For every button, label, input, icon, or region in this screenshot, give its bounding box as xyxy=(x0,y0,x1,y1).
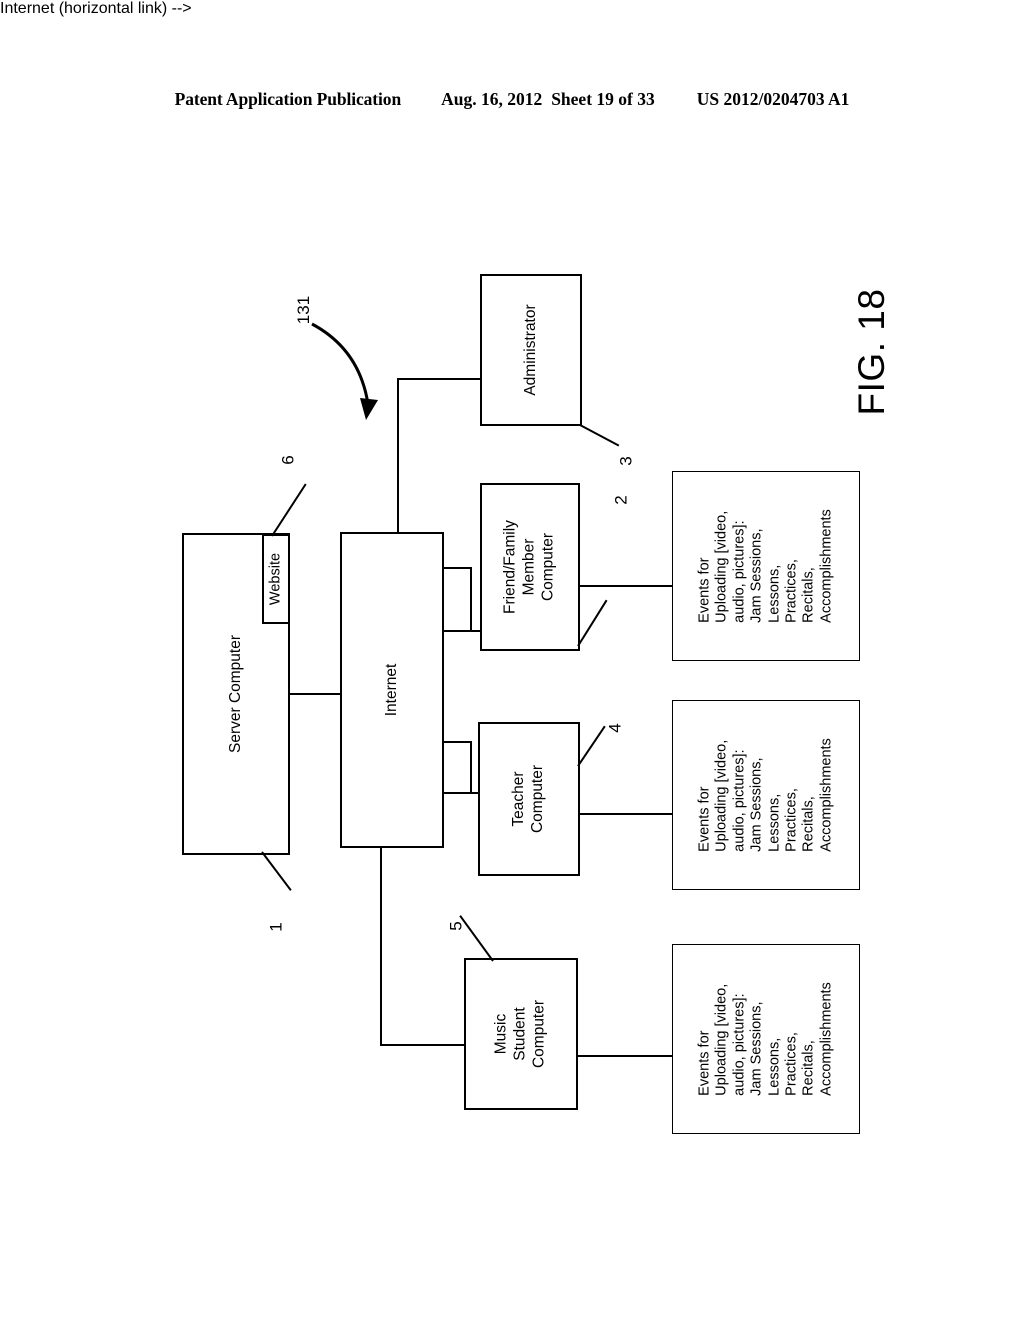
friend-family-line-3: Computer xyxy=(539,532,557,602)
events-line-7: Recitals, xyxy=(800,1040,817,1096)
administrator-box: Administrator xyxy=(480,274,582,426)
server-computer-label: Server Computer xyxy=(226,634,244,754)
reference-numeral-6: 6 xyxy=(278,455,298,465)
leader-line-administrator xyxy=(579,424,620,447)
connector-internet-to-friendfamily-b xyxy=(470,567,473,632)
teacher-computer-label: Teacher Computer xyxy=(510,765,548,833)
events-line-2: Uploading [video, xyxy=(713,983,730,1096)
teacher-line-1: Teacher xyxy=(510,771,528,827)
music-student-line-2: Student xyxy=(511,1007,529,1061)
events-line-4: Jam Sessions, xyxy=(748,1001,765,1096)
events-line-7: Recitals, xyxy=(800,567,817,623)
reference-numeral-1: 1 xyxy=(266,922,286,932)
leader-line-teacher xyxy=(577,725,606,767)
internet-label: Internet xyxy=(382,663,400,717)
friend-family-computer-box: Friend/Family Member Computer xyxy=(480,483,580,651)
events-line-8: Accomplishments xyxy=(818,738,835,852)
connector-teacher-to-events xyxy=(578,813,674,816)
events-line-1: Events for xyxy=(696,557,713,623)
events-line-7: Recitals, xyxy=(800,796,817,852)
friend-family-line-1: Friend/Family xyxy=(501,520,519,614)
events-line-1: Events for xyxy=(696,786,713,852)
connector-internet-to-student-vertical xyxy=(380,846,383,1046)
events-line-6: Practices, xyxy=(783,1032,800,1096)
events-line-4: Jam Sessions, xyxy=(748,757,765,852)
internet-box: Internet xyxy=(340,532,444,848)
header-sheet: Sheet 19 of 33 xyxy=(551,88,655,109)
events-line-2: Uploading [video, xyxy=(713,739,730,852)
events-line-5: Lessons, xyxy=(766,793,782,852)
website-box: Website xyxy=(262,534,290,624)
events-text-friend-family: Events for Uploading [video, audio, pict… xyxy=(696,509,835,623)
events-box-friend-family: Events for Uploading [video, audio, pict… xyxy=(672,471,860,661)
connector-internet-to-teacher-c xyxy=(442,792,482,795)
events-box-teacher: Events for Uploading [video, audio, pict… xyxy=(672,700,860,890)
connector-friendfamily-to-events xyxy=(578,585,674,588)
events-line-3: audio, pictures]: xyxy=(731,520,748,623)
page-header: Patent Application Publication Aug. 16, … xyxy=(0,86,1024,112)
callout-arrow-131-icon xyxy=(311,322,378,420)
connector-student-to-events xyxy=(576,1055,674,1058)
figure-caption: FIG. 18 xyxy=(851,288,892,416)
events-line-8: Accomplishments xyxy=(818,509,835,623)
leader-line-website xyxy=(271,483,307,537)
patent-figure-page: Patent Application Publication Aug. 16, … xyxy=(0,0,1024,1320)
events-line-5: Lessons, xyxy=(766,564,782,623)
events-line-4: Jam Sessions, xyxy=(748,528,765,623)
teacher-line-2: Computer xyxy=(529,764,546,834)
reference-numeral-5: 5 xyxy=(446,921,466,931)
events-line-8: Accomplishments xyxy=(818,982,835,1096)
music-student-computer-label: Music Student Computer xyxy=(493,1000,550,1068)
connector-internet-to-teacher-b xyxy=(470,741,473,794)
music-student-line-3: Computer xyxy=(530,999,548,1069)
events-text-music-student: Events for Uploading [video, audio, pict… xyxy=(696,982,835,1096)
events-line-3: audio, pictures]: xyxy=(731,749,748,852)
events-line-5: Lessons, xyxy=(766,1037,782,1096)
administrator-label: Administrator xyxy=(521,304,539,396)
reference-numeral-2: 2 xyxy=(611,495,631,505)
events-text-teacher: Events for Uploading [video, audio, pict… xyxy=(696,738,835,852)
connector-internet-to-friendfamily-c xyxy=(442,630,482,633)
friend-family-line-2: Member xyxy=(520,538,538,596)
leader-line-friend-family xyxy=(577,599,608,647)
events-line-3: audio, pictures]: xyxy=(731,993,748,1096)
connector-internet-to-friendfamily-a xyxy=(442,567,472,570)
events-line-2: Uploading [video, xyxy=(713,510,730,623)
events-line-6: Practices, xyxy=(783,559,800,623)
website-label: Website xyxy=(267,552,284,606)
teacher-computer-box: Teacher Computer xyxy=(478,722,580,876)
header-document-number: US 2012/0204703 A1 xyxy=(696,88,850,109)
leader-line-server-computer xyxy=(261,851,292,891)
music-student-line-1: Music xyxy=(492,1013,510,1055)
events-line-1: Events for xyxy=(696,1030,713,1096)
reference-numeral-4: 4 xyxy=(605,723,625,733)
connector-server-to-internet xyxy=(290,693,342,696)
header-date: Aug. 16, 2012 xyxy=(441,88,543,109)
friend-family-computer-label: Friend/Family Member Computer xyxy=(502,520,559,614)
connector-internet-to-admin-horizontal xyxy=(397,378,482,381)
music-student-computer-box: Music Student Computer xyxy=(464,958,578,1110)
connector-internet-to-student-horizontal xyxy=(380,1044,468,1047)
reference-numeral-3: 3 xyxy=(616,456,636,466)
header-publication: Patent Application Publication xyxy=(174,88,402,109)
connector-internet-to-teacher-a xyxy=(442,741,472,744)
events-line-6: Practices, xyxy=(783,788,800,852)
events-box-music-student: Events for Uploading [video, audio, pict… xyxy=(672,944,860,1134)
